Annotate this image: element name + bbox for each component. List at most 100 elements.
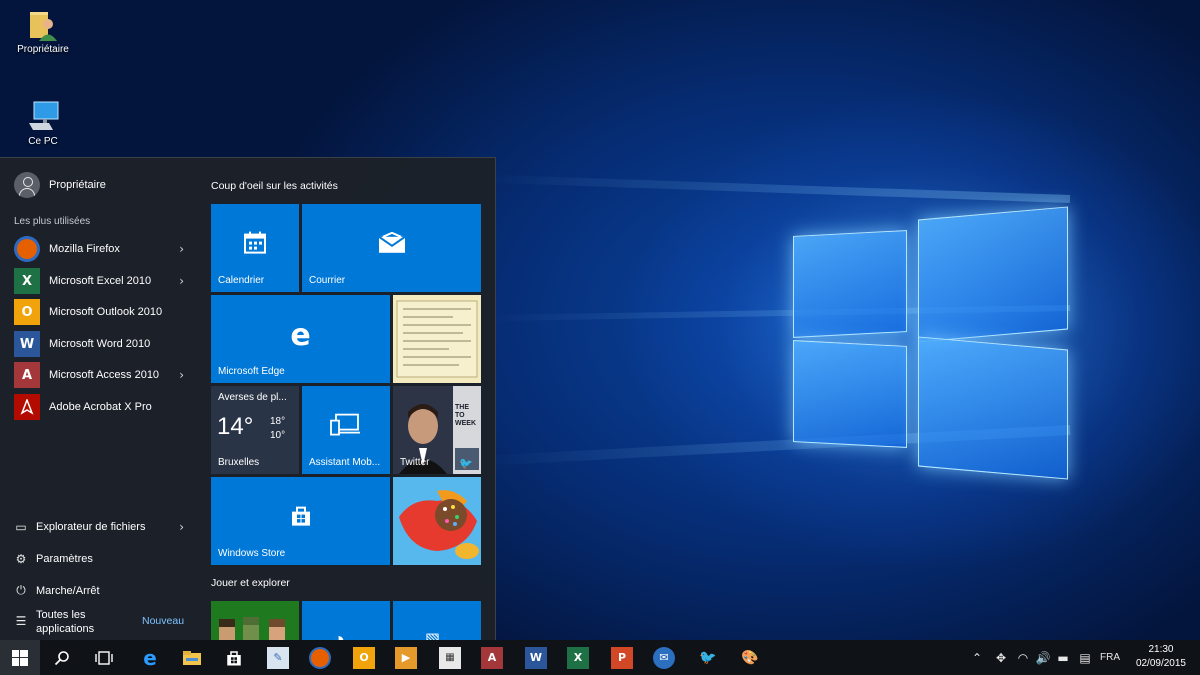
tile-twitter[interactable]: THE TO WEEK Twitter 🐦 — [393, 386, 481, 474]
weather-city: Bruxelles — [218, 457, 260, 468]
chevron-right-icon[interactable]: › — [179, 520, 184, 534]
power-item[interactable]: ⏻ Marche/Arrêt — [14, 583, 194, 598]
tile-music[interactable]: ◔ — [302, 601, 390, 641]
paint-palette-icon: 🎨 — [741, 649, 759, 666]
chevron-up-icon: ⌃ — [971, 650, 983, 665]
app-item-label: Adobe Acrobat X Pro — [49, 401, 152, 413]
firefox-icon — [311, 648, 329, 667]
volume-icon[interactable]: 🔊 — [1032, 640, 1054, 675]
user-name: Propriétaire — [49, 179, 106, 191]
action-center-icon[interactable]: ▤ — [1074, 640, 1096, 675]
keyboard-icon[interactable]: ▬ — [1052, 640, 1074, 675]
app-item-acrobat[interactable]: Adobe Acrobat X Pro — [14, 393, 194, 421]
taskbar-app-thunderbird[interactable]: ✉ — [644, 640, 684, 675]
tile-movies[interactable]: ▧ — [393, 601, 481, 641]
media-player-icon: ▶ — [395, 646, 417, 669]
app-item-access[interactable]: A Microsoft Access 2010 › — [14, 361, 194, 389]
taskbar-app-media-player[interactable]: ▶ — [386, 640, 426, 675]
phone-laptop-icon — [330, 413, 362, 442]
folder-icon: ▭ — [15, 520, 27, 534]
tile-phone-companion[interactable]: Assistant Mob... — [302, 386, 390, 474]
excel-icon: X — [567, 646, 589, 669]
tile-candy-crush[interactable] — [393, 477, 481, 565]
tile-label: Microsoft Edge — [218, 366, 285, 377]
weather-temp: 14° — [217, 413, 254, 440]
most-used-label: Les plus utilisées — [14, 216, 91, 227]
taskbar-app-powerpoint[interactable]: P — [602, 640, 642, 675]
taskbar-app-word[interactable]: W — [516, 640, 556, 675]
user-folder-icon — [27, 8, 59, 41]
tile-calendar[interactable]: Calendrier — [211, 204, 299, 292]
taskbar-app-paint[interactable]: ✎ — [258, 640, 298, 675]
weather-high: 18° — [270, 416, 286, 427]
music-icon: ◔ — [332, 627, 346, 641]
taskbar-app-access[interactable]: A — [472, 640, 512, 675]
edge-icon: e — [290, 318, 311, 353]
taskbar-app-firefox[interactable] — [300, 640, 340, 675]
tile-weather[interactable]: Averses de pl... 14° 18° 10° Bruxelles — [211, 386, 299, 474]
search-button[interactable] — [42, 640, 82, 675]
app-item-word[interactable]: W Microsoft Word 2010 — [14, 330, 194, 358]
file-explorer-item[interactable]: ▭ Explorateur de fichiers › — [14, 520, 194, 534]
tile-label: Windows Store — [218, 548, 286, 559]
group-title-activities: Coup d'oeil sur les activités — [211, 180, 338, 192]
dropbox-tray-icon[interactable]: ✥ — [990, 640, 1012, 675]
task-view-button[interactable] — [84, 640, 124, 675]
clock[interactable]: 21:30 02/09/2015 — [1136, 643, 1186, 671]
taskbar-app-outlook[interactable]: O — [344, 640, 384, 675]
twitter-bird-icon: 🐦 — [459, 458, 473, 470]
language-indicator[interactable]: FRA — [1096, 640, 1124, 675]
user-account[interactable]: Propriétaire — [14, 172, 106, 198]
light-beam — [480, 174, 1071, 203]
taskbar-app-excel[interactable]: X — [558, 640, 598, 675]
settings-item[interactable]: ⚙ Paramètres — [14, 552, 194, 566]
wifi-icon[interactable]: ◠ — [1012, 640, 1034, 675]
tile-document-photo[interactable] — [393, 295, 481, 383]
app-item-excel[interactable]: X Microsoft Excel 2010 › — [14, 267, 194, 295]
tile-xbox[interactable] — [211, 601, 299, 641]
user-avatar-icon — [14, 172, 40, 198]
taskbar: e ✎ O ▶ ▦ A W X P ✉ 🐦 🎨 ⌃ ✥ ◠ 🔊 ▬ ▤ FRA … — [0, 640, 1200, 675]
sys-item-label: Paramètres — [36, 553, 93, 565]
word-icon: W — [525, 646, 547, 669]
taskbar-app-paint-palette[interactable]: 🎨 — [730, 640, 770, 675]
desktop-icon-user-folder[interactable]: Propriétaire — [8, 8, 78, 55]
excel-icon: X — [14, 268, 40, 294]
access-icon: A — [481, 646, 503, 669]
taskbar-app-bird[interactable]: 🐦 — [688, 640, 728, 675]
taskbar-app-file-explorer[interactable] — [172, 640, 212, 675]
start-button[interactable] — [0, 640, 40, 675]
candy-icon — [393, 477, 481, 565]
edge-icon: e — [143, 645, 157, 670]
app-item-firefox[interactable]: Mozilla Firefox › — [14, 235, 194, 263]
start-menu: Propriétaire Les plus utilisées Mozilla … — [0, 157, 496, 641]
taskbar-app-calculator[interactable]: ▦ — [430, 640, 470, 675]
show-hidden-icons-button[interactable]: ⌃ — [966, 640, 988, 675]
chevron-right-icon[interactable]: › — [179, 274, 184, 288]
taskbar-app-edge[interactable]: e — [130, 640, 170, 675]
chevron-right-icon[interactable]: › — [179, 242, 184, 256]
weather-title: Averses de pl... — [218, 392, 287, 403]
weather-low: 10° — [270, 430, 286, 441]
all-apps-label-2: applications — [36, 623, 95, 635]
gear-icon: ⚙ — [15, 552, 27, 566]
document-photo-icon — [396, 300, 478, 378]
calculator-icon: ▦ — [439, 646, 461, 669]
desktop-icon-label: Ce PC — [28, 136, 58, 147]
powerpoint-icon: P — [611, 646, 633, 669]
tile-label: Courrier — [309, 275, 346, 286]
tile-windows-store[interactable]: Windows Store — [211, 477, 390, 565]
store-icon — [289, 504, 313, 533]
access-icon: A — [14, 362, 40, 388]
app-item-outlook[interactable]: O Microsoft Outlook 2010 — [14, 298, 194, 326]
chevron-right-icon[interactable]: › — [179, 368, 184, 382]
tile-edge[interactable]: e Microsoft Edge — [211, 295, 390, 383]
tile-mail[interactable]: Courrier — [302, 204, 481, 292]
windows-logo-icon — [12, 649, 28, 666]
taskbar-app-store[interactable] — [214, 640, 254, 675]
desktop-icon-this-pc[interactable]: Ce PC — [8, 100, 78, 147]
app-item-label: Mozilla Firefox — [49, 243, 120, 255]
bird-icon: 🐦 — [699, 649, 717, 666]
mail-icon — [377, 231, 406, 259]
search-icon — [54, 650, 69, 665]
